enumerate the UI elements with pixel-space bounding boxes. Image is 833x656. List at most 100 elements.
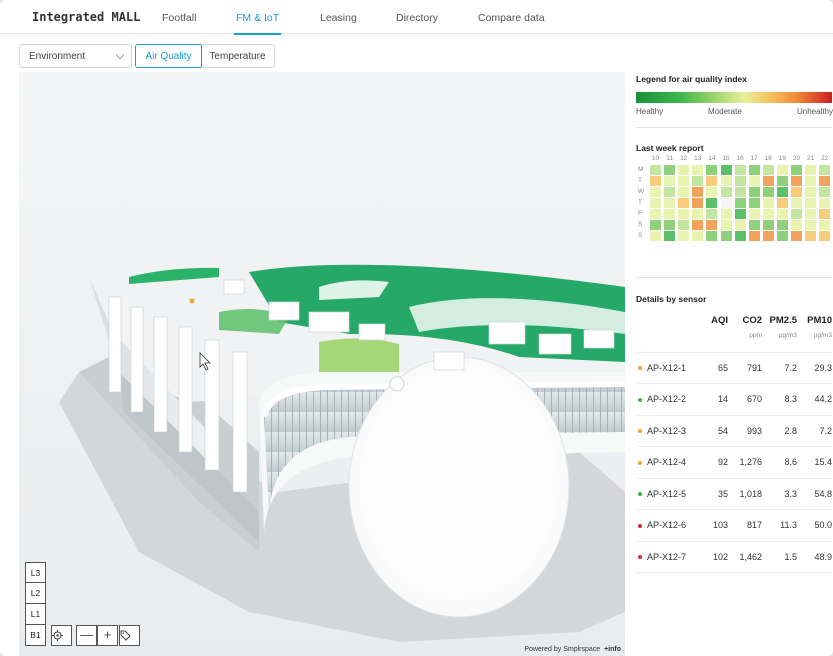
heatmap-cell xyxy=(678,231,690,241)
heatmap-cell xyxy=(734,176,746,186)
status-dot xyxy=(638,460,642,465)
sensor-row[interactable]: AP-X12-7 102 1,462 1.5 48.9 xyxy=(636,541,832,573)
zoom-in-icon: + xyxy=(103,627,112,642)
heatmap-cell xyxy=(776,176,788,186)
heatmap-cell xyxy=(678,209,690,219)
sensor-name: AP-X12-5 xyxy=(647,488,687,499)
heatmap-cell xyxy=(664,165,676,175)
tab-footfall[interactable]: Footfall xyxy=(162,12,196,24)
heatmap-cell xyxy=(678,198,690,208)
sensor-row[interactable]: AP-X12-2 14 670 8.3 44.2 xyxy=(636,383,832,416)
environment-select-value: Environment xyxy=(29,51,86,62)
heatmap-cell xyxy=(720,231,732,241)
zoom-in-button[interactable]: + xyxy=(97,625,118,646)
col-pm10: PM10 µg/m3 xyxy=(797,306,832,353)
heatmap-cell xyxy=(678,187,690,197)
tag-button[interactable] xyxy=(119,625,140,646)
heatmap-cell xyxy=(706,165,718,175)
heatmap-cell xyxy=(762,209,774,219)
weekly-report-title: Last week report xyxy=(636,143,704,153)
locate-button[interactable] xyxy=(51,625,72,646)
info-link[interactable]: +info xyxy=(604,646,621,653)
heatmap-cell xyxy=(791,209,802,219)
map-viewport[interactable]: L3 L2 L1 B1 — + Powered by Smplrspace +i xyxy=(19,72,625,656)
heatmap-cell xyxy=(720,176,732,186)
heatmap-cell xyxy=(776,231,788,241)
heatmap-cell xyxy=(805,231,817,241)
heatmap-cell xyxy=(819,187,831,197)
top-nav: Integrated MALL Footfall FM & IoT Leasin… xyxy=(0,0,833,35)
powered-by-label: Powered by Smplrspace +info xyxy=(524,646,621,653)
heatmap-cell xyxy=(734,209,746,219)
heatmap-cell xyxy=(776,187,788,197)
heatmap-cell xyxy=(762,231,774,241)
legend-label-healthy: Healthy xyxy=(636,107,664,116)
heatmap-day-label: W xyxy=(638,188,645,195)
sensor-pm10: 15.4 xyxy=(797,446,832,479)
heatmap-cell xyxy=(791,176,802,186)
status-dot xyxy=(638,397,642,402)
level-l2-button[interactable]: L2 xyxy=(25,583,46,604)
tab-leasing[interactable]: Leasing xyxy=(320,12,357,24)
heatmap-cell xyxy=(706,231,718,241)
sensor-co2: 993 xyxy=(728,415,762,447)
heatmap-cell xyxy=(748,209,760,219)
temperature-button[interactable]: Temperature xyxy=(201,44,275,68)
heatmap-cell xyxy=(805,176,817,186)
zoom-out-button[interactable]: — xyxy=(76,625,97,646)
heatmap-cell xyxy=(819,209,831,219)
sensor-pm25: 1.5 xyxy=(762,541,797,573)
heatmap-cell xyxy=(748,187,760,197)
environment-select[interactable]: Environment xyxy=(19,44,132,68)
tab-directory[interactable]: Directory xyxy=(396,12,438,24)
heatmap-cell xyxy=(734,165,746,175)
heatmap-hour-label: 13 xyxy=(694,155,702,162)
status-dot xyxy=(638,492,642,497)
locate-icon xyxy=(52,630,63,641)
sensor-aqi: 65 xyxy=(702,352,728,384)
heatmap-cell xyxy=(805,165,817,175)
heatmap-cell xyxy=(791,165,802,175)
heatmap-cell xyxy=(805,220,817,230)
air-quality-button[interactable]: Air Quality xyxy=(135,44,202,68)
sensor-pm10: 50.0 xyxy=(797,509,832,542)
heatmap-cell xyxy=(819,220,831,230)
sensor-pm25: 2.8 xyxy=(762,415,797,447)
sensor-aqi: 92 xyxy=(702,446,728,479)
heatmap-cell xyxy=(650,165,661,175)
sensor-table: AQI CO2 ppm PM2.5 µg/m3 PM10 µg/m3 AP-X12-1… xyxy=(636,306,832,573)
aqi-legend-gradient xyxy=(636,92,832,103)
heatmap-cell xyxy=(692,220,704,230)
sensor-row[interactable]: AP-X12-5 35 1,018 3.3 54.8 xyxy=(636,478,832,510)
sensor-name: AP-X12-1 xyxy=(647,362,687,373)
sensor-row[interactable]: AP-X12-6 103 817 11.3 50.0 xyxy=(636,509,832,542)
heatmap-cell xyxy=(706,187,718,197)
sensor-pm25: 11.3 xyxy=(762,509,797,542)
sensor-co2: 1,462 xyxy=(728,541,762,573)
sensor-details-title: Details by sensor xyxy=(636,294,707,304)
heatmap-cell xyxy=(692,187,704,197)
sensor-row[interactable]: AP-X12-3 54 993 2.8 7.2 xyxy=(636,415,832,447)
sensor-aqi: 54 xyxy=(702,415,728,447)
heatmap-cell xyxy=(791,220,802,230)
heatmap-hour-label: 18 xyxy=(764,155,772,162)
sensor-row[interactable]: AP-X12-4 92 1,276 8.6 15.4 xyxy=(636,446,832,479)
heatmap-cell xyxy=(748,198,760,208)
status-dot xyxy=(638,429,642,434)
divider xyxy=(636,127,832,128)
level-b1-button[interactable]: B1 xyxy=(25,625,46,646)
sensor-co2: 1,276 xyxy=(728,446,762,479)
level-l1-button[interactable]: L1 xyxy=(25,604,46,625)
chevron-down-icon xyxy=(115,50,125,60)
heatmap-cell xyxy=(776,220,788,230)
sensor-row[interactable]: AP-X12-1 65 791 7.2 29.3 xyxy=(636,352,832,384)
tab-fm-iot[interactable]: FM & IoT xyxy=(233,12,282,35)
level-selector: L3 L2 L1 B1 xyxy=(25,562,46,646)
tab-compare-data[interactable]: Compare data xyxy=(478,12,545,24)
powered-by-text: Powered by Smplrspace xyxy=(524,646,601,653)
level-l3-button[interactable]: L3 xyxy=(25,562,46,583)
heatmap-cell xyxy=(776,209,788,219)
status-dot xyxy=(638,366,642,371)
heatmap-cell xyxy=(762,187,774,197)
heatmap-cell xyxy=(776,165,788,175)
